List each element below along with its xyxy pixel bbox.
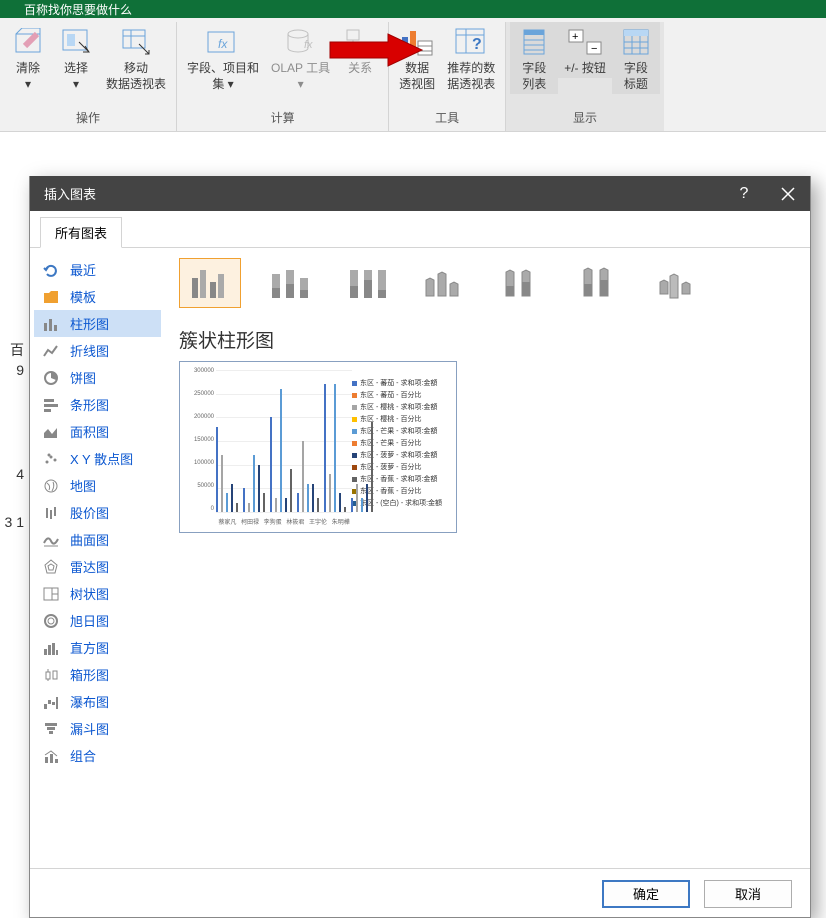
treemap-icon (42, 585, 60, 603)
chart-category-template[interactable]: 模板 (34, 283, 161, 310)
eraser-icon (10, 24, 46, 60)
pointer-arrow-icon (328, 32, 424, 68)
subtype-3d-stacked[interactable] (491, 258, 553, 308)
chart-category-combo[interactable]: 组合 (34, 742, 161, 769)
chart-category-bar[interactable]: 条形图 (34, 391, 161, 418)
subtype-clustered-column[interactable] (179, 258, 241, 308)
svg-text:?: ? (472, 36, 482, 53)
chart-category-surface[interactable]: 曲面图 (34, 526, 161, 553)
subtype-3d-column[interactable] (647, 258, 709, 308)
chart-category-treemap[interactable]: 树状图 (34, 580, 161, 607)
olap-icon: fx (283, 24, 319, 60)
line-icon (42, 342, 60, 360)
ribbon-group-show: 字段 列表 +− +/- 按钮 字段 标题 显示 (506, 22, 664, 131)
recent-icon (42, 261, 60, 279)
chart-category-waterfall[interactable]: 瀑布图 (34, 688, 161, 715)
subtype-100stacked-column[interactable] (335, 258, 397, 308)
move-button[interactable]: 移动 数据透视表 (100, 22, 172, 94)
fieldheaders-button[interactable]: 字段 标题 (612, 22, 660, 94)
fieldheaders-icon (618, 24, 654, 60)
column-icon (42, 315, 60, 333)
fields-button[interactable]: fx 字段、项目和 集 ▾ (181, 22, 265, 94)
chart-category-histogram[interactable]: 直方图 (34, 634, 161, 661)
cell-text: 3 1 (0, 514, 28, 536)
cancel-button[interactable]: 取消 (704, 880, 792, 908)
stock-icon (42, 504, 60, 522)
map-icon (42, 477, 60, 495)
cell-text: 9 (0, 362, 28, 384)
xy-icon (42, 450, 60, 468)
chart-category-list: 最近模板柱形图折线图饼图条形图面积图X Y 散点图地图股价图曲面图雷达图树状图旭… (30, 248, 165, 868)
chart-category-sunburst[interactable]: 旭日图 (34, 607, 161, 634)
plusminus-button[interactable]: +− +/- 按钮 (558, 22, 612, 78)
pie-icon (42, 369, 60, 387)
bar-icon (42, 396, 60, 414)
svg-text:−: − (591, 43, 597, 55)
waterfall-icon (42, 693, 60, 711)
subtype-3d-100stacked[interactable] (569, 258, 631, 308)
combo-icon (42, 747, 60, 765)
move-pivot-icon (118, 24, 154, 60)
insert-chart-dialog: 插入图表 ? 所有图表 最近模板柱形图折线图饼图条形图面积图X Y 散点图地图股… (29, 176, 811, 918)
dialog-titlebar[interactable]: 插入图表 ? (30, 176, 810, 211)
chart-category-funnel[interactable]: 漏斗图 (34, 715, 161, 742)
ribbon-group-actions: 清除 ▾ 选择 ▾ 移动 数据透视表 操作 (0, 22, 177, 131)
subtype-3d-clustered[interactable] (413, 258, 475, 308)
fields-icon: fx (205, 24, 241, 60)
radar-icon (42, 558, 60, 576)
recommend-icon: ? (453, 24, 489, 60)
olap-button[interactable]: fx OLAP 工具 ▾ (265, 22, 336, 94)
funnel-icon (42, 720, 60, 738)
close-icon (781, 187, 795, 201)
dialog-tabstrip: 所有图表 (30, 211, 810, 248)
chart-category-box[interactable]: 箱形图 (34, 661, 161, 688)
chart-category-column[interactable]: 柱形图 (34, 310, 161, 337)
recommend-pivot-button[interactable]: ? 推荐的数 据透视表 (441, 22, 501, 94)
chart-category-map[interactable]: 地图 (34, 472, 161, 499)
select-icon (58, 24, 94, 60)
dialog-close-button[interactable] (766, 176, 810, 211)
subtype-stacked-column[interactable] (257, 258, 319, 308)
cell-text: 百 (0, 340, 28, 362)
dialog-footer: 确定 取消 (30, 868, 810, 918)
chart-category-area[interactable]: 面积图 (34, 418, 161, 445)
chart-subtype-title: 簇状柱形图 (179, 326, 796, 353)
clear-button[interactable]: 清除 ▾ (4, 22, 52, 94)
surface-icon (42, 531, 60, 549)
cell-text: 4 (0, 466, 28, 488)
chart-category-radar[interactable]: 雷达图 (34, 553, 161, 580)
chart-category-stock[interactable]: 股价图 (34, 499, 161, 526)
sunburst-icon (42, 612, 60, 630)
chart-category-pie[interactable]: 饼图 (34, 364, 161, 391)
fieldlist-icon (516, 24, 552, 60)
box-icon (42, 666, 60, 684)
plusminus-icon: +− (567, 24, 603, 60)
template-icon (42, 288, 60, 306)
chart-category-recent[interactable]: 最近 (34, 256, 161, 283)
select-button[interactable]: 选择 ▾ (52, 22, 100, 94)
dialog-help-button[interactable]: ? (722, 176, 766, 211)
chart-main-panel: 簇状柱形图 3000002500002000001500001000005000… (165, 248, 810, 868)
app-titlebar: 百称找你思要做什么 (0, 0, 826, 18)
dialog-title: 插入图表 (44, 184, 96, 203)
chart-category-xy[interactable]: X Y 散点图 (34, 445, 161, 472)
histogram-icon (42, 639, 60, 657)
titlebar-text: 百称找你思要做什么 (24, 1, 132, 18)
area-icon (42, 423, 60, 441)
tab-all-charts[interactable]: 所有图表 (40, 217, 122, 248)
chart-subtype-row (179, 258, 796, 308)
fieldlist-button[interactable]: 字段 列表 (510, 22, 558, 94)
chart-preview[interactable]: 300000250000200000150000100000500000 蔡家凡… (179, 361, 457, 533)
svg-text:+: + (572, 31, 578, 43)
svg-text:fx: fx (304, 39, 313, 51)
ok-button[interactable]: 确定 (602, 880, 690, 908)
svg-text:fx: fx (218, 37, 228, 51)
chart-category-line[interactable]: 折线图 (34, 337, 161, 364)
